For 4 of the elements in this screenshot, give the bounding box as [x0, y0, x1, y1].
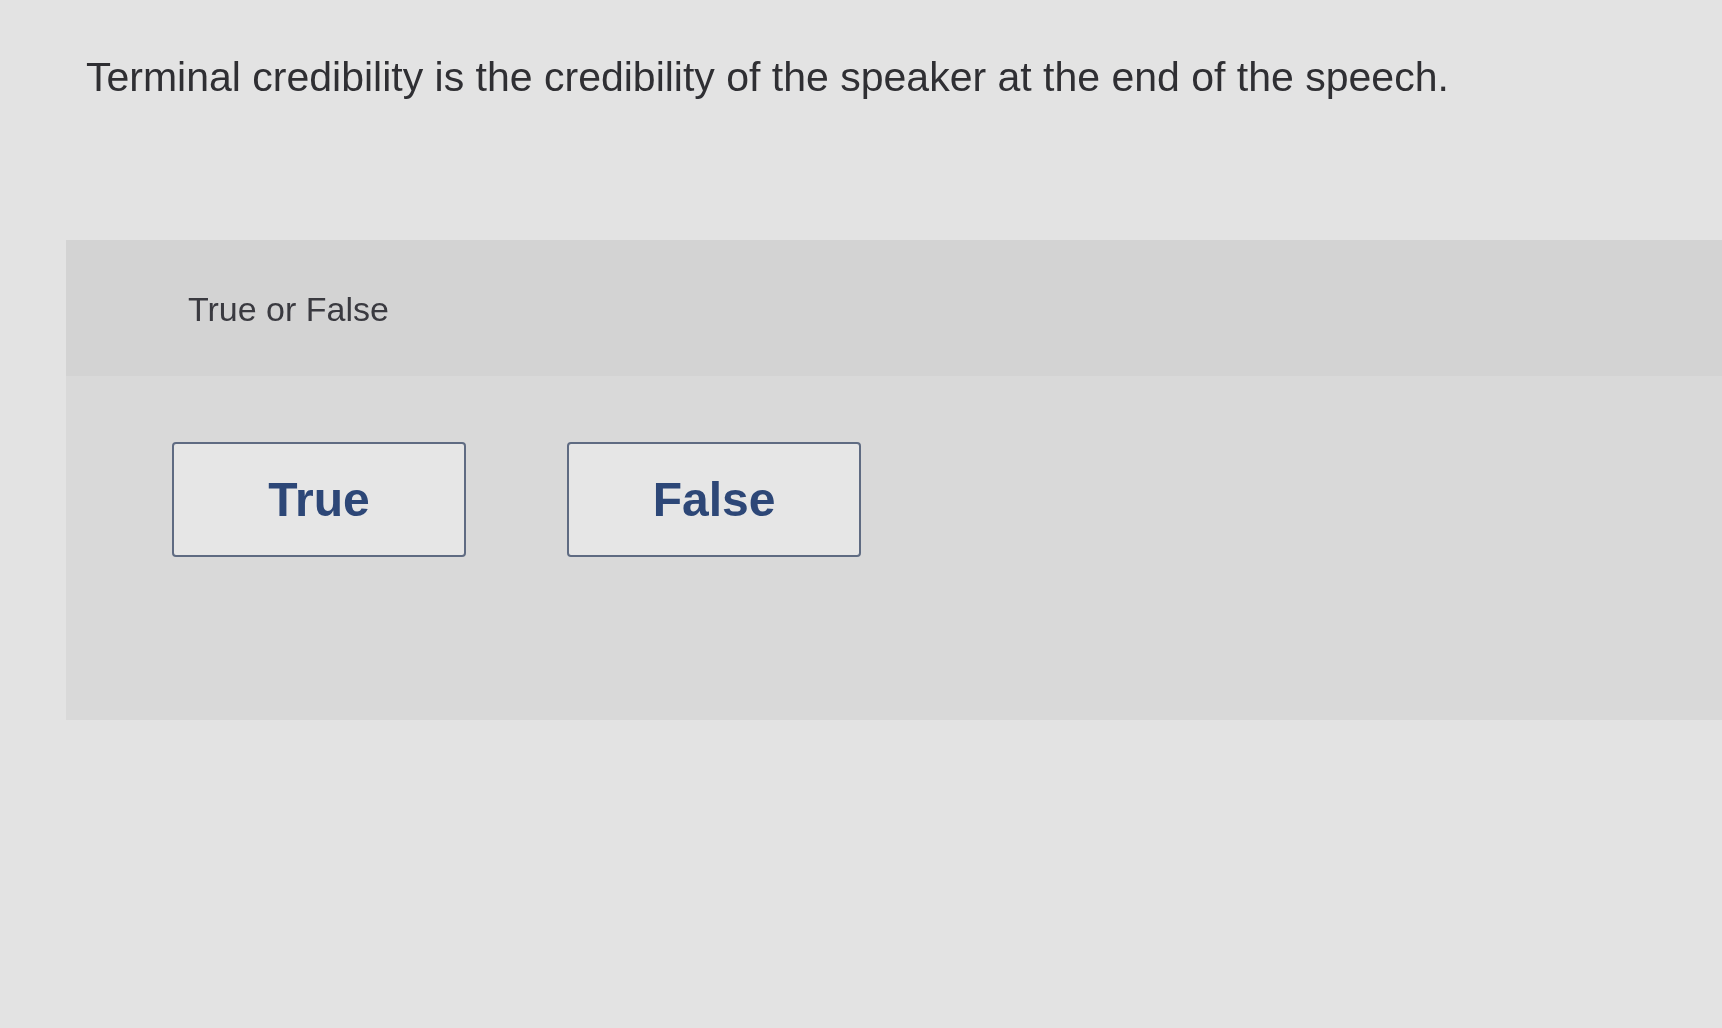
question-text: Terminal credibility is the credibility of the speaker at the end of the speech.	[86, 53, 1449, 102]
answer-button[interactable]: True	[172, 442, 466, 557]
prompt-label: True or False	[188, 290, 389, 328]
answer-button[interactable]: False	[567, 442, 861, 557]
